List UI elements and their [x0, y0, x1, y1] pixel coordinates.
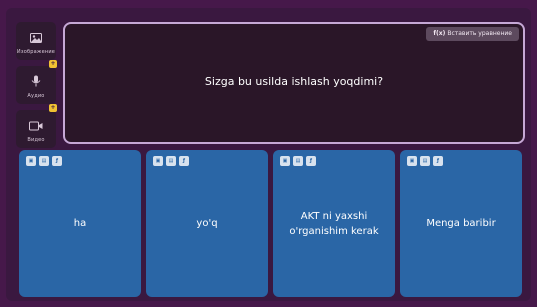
- sidebar-item-label: Видео: [27, 136, 45, 143]
- sidebar-item-label: Изображение: [16, 48, 56, 55]
- answer-text[interactable]: AKT ni yaxshi o'rganishim kerak: [279, 150, 389, 297]
- equation-icon: f(x): [433, 30, 446, 37]
- premium-badge: +: [49, 60, 57, 68]
- add-audio-button[interactable]: + Аудио: [16, 60, 57, 104]
- sidebar-item-label: Аудио: [27, 92, 45, 99]
- answer-card-1[interactable]: ▣ ▤ ƒ ha: [19, 150, 141, 297]
- insert-equation-button[interactable]: f(x) Вставить уравнение: [426, 27, 519, 41]
- insert-equation-label: Вставить уравнение: [447, 30, 512, 37]
- question-input[interactable]: f(x) Вставить уравнение Sizga bu usilda i…: [63, 22, 525, 144]
- video-icon: [29, 116, 43, 135]
- add-image-button[interactable]: Изображение: [16, 22, 56, 60]
- answer-card-3[interactable]: ▣ ▤ ƒ AKT ni yaxshi o'rganishim kerak: [273, 150, 395, 297]
- question-text[interactable]: Sizga bu usilda ishlash yoqdimi?: [65, 75, 523, 88]
- image-icon: [30, 28, 42, 47]
- premium-badge: +: [49, 104, 57, 112]
- microphone-icon: [31, 72, 41, 91]
- answer-card-2[interactable]: ▣ ▤ ƒ yo'q: [146, 150, 268, 297]
- answer-text[interactable]: yo'q: [152, 150, 262, 297]
- answer-text[interactable]: ha: [25, 150, 135, 297]
- answer-card-4[interactable]: ▣ ▤ ƒ Menga baribir: [400, 150, 522, 297]
- add-video-button[interactable]: + Видео: [16, 104, 57, 148]
- answer-text[interactable]: Menga baribir: [406, 150, 516, 297]
